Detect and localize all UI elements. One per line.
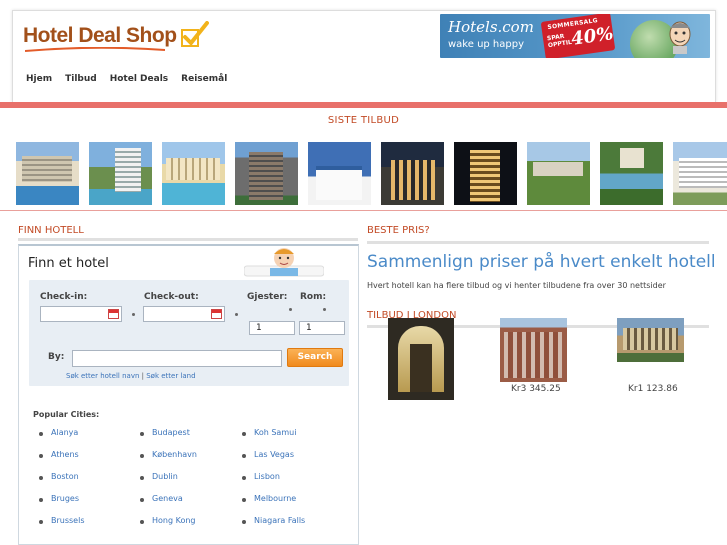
latest-thumbs xyxy=(16,142,727,205)
city-link[interactable]: Hong Kong xyxy=(140,516,196,525)
search-button[interactable]: Search xyxy=(287,348,343,367)
site-logo[interactable]: Hotel Deal Shop xyxy=(23,21,209,52)
city-link[interactable]: København xyxy=(140,450,197,459)
compare-headline[interactable]: Sammenlign priser på hvert enkelt hotell xyxy=(367,252,716,272)
search-by-name-link[interactable]: Søk etter hotell navn xyxy=(66,372,139,380)
search-links: Søk etter hotell navn | Søk etter land xyxy=(66,372,196,380)
city-link[interactable]: Geneva xyxy=(140,494,183,503)
city-link[interactable]: Boston xyxy=(39,472,79,481)
hotel-thumb-6[interactable] xyxy=(381,142,444,205)
site-header: Hotel Deal Shop Hotels.com wake up happy… xyxy=(12,10,716,102)
offer-price: Kr1 123.86 xyxy=(628,384,678,394)
rooms-label: Rom: xyxy=(300,292,327,302)
hotel-thumb-5[interactable] xyxy=(308,142,371,205)
logo-swoosh-icon xyxy=(25,47,165,52)
nav-item-hjem[interactable]: Hjem xyxy=(26,74,52,84)
latest-offers: SISTE TILBUD xyxy=(0,108,727,211)
sale-badge: SOMMERSALG SPAR OPPTIL 40% xyxy=(540,14,616,58)
beste-section-label: BESTE PRIS? xyxy=(367,225,430,236)
beste-divider xyxy=(367,241,709,244)
city-link[interactable]: Las Vegas xyxy=(242,450,294,459)
hotel-thumb-4[interactable] xyxy=(235,142,298,205)
city-label: By: xyxy=(48,352,65,362)
separator-dot xyxy=(132,313,135,316)
city-link[interactable]: Melbourne xyxy=(242,494,296,503)
checkmark-icon xyxy=(180,21,209,47)
city-link[interactable]: Koh Samui xyxy=(242,428,296,437)
hotel-thumb-8[interactable] xyxy=(527,142,590,205)
hotel-thumb-2[interactable] xyxy=(89,142,152,205)
hotel-thumb-7[interactable] xyxy=(454,142,517,205)
city-link[interactable]: Bruges xyxy=(39,494,79,503)
city-link[interactable]: Budapest xyxy=(140,428,190,437)
link-separator: | xyxy=(141,372,144,380)
city-link[interactable]: Athens xyxy=(39,450,79,459)
city-input[interactable] xyxy=(72,350,282,367)
finn-section-label: FINN HOTELL xyxy=(18,225,84,236)
city-link[interactable]: Alanya xyxy=(39,428,78,437)
hotel-thumb-10[interactable] xyxy=(673,142,727,205)
nav-item-hotel-deals[interactable]: Hotel Deals xyxy=(110,74,168,84)
checkin-label: Check-in: xyxy=(40,292,88,302)
hotel-thumb-1[interactable] xyxy=(16,142,79,205)
sale-sub: SPAR OPPTIL xyxy=(547,32,573,49)
guests-label: Gjester: xyxy=(247,292,288,302)
finn-divider xyxy=(18,238,358,241)
checkin-field[interactable] xyxy=(40,306,122,322)
hotel-thumb-9[interactable] xyxy=(600,142,663,205)
hotel-search-box: Finn et hotel Check-in: Check-out: Gjest… xyxy=(18,244,359,545)
city-link[interactable]: Lisbon xyxy=(242,472,280,481)
hotel-thumb-3[interactable] xyxy=(162,142,225,205)
compare-subtext: Hvert hotell kan ha flere tilbud og vi h… xyxy=(367,281,666,290)
popular-cities-title: Popular Cities: xyxy=(33,410,100,419)
checkout-field[interactable] xyxy=(143,306,225,322)
latest-title: SISTE TILBUD xyxy=(327,115,400,126)
child-illustration-icon xyxy=(244,248,324,277)
banner-brand: Hotels.com xyxy=(448,18,534,36)
separator-dot xyxy=(323,308,326,311)
london-offer-image-1[interactable] xyxy=(388,318,454,400)
nav-item-reisemal[interactable]: Reisemål xyxy=(181,74,227,84)
calendar-icon[interactable] xyxy=(211,309,222,319)
calendar-icon[interactable] xyxy=(108,309,119,319)
logo-text: Hotel Deal Shop xyxy=(23,24,177,47)
main-nav: Hjem Tilbud Hotel Deals Reisemål xyxy=(26,74,240,84)
separator-dot xyxy=(289,308,292,311)
sale-value: 40% xyxy=(569,23,615,50)
search-box-title: Finn et hotel xyxy=(28,256,109,271)
search-by-country-link[interactable]: Søk etter land xyxy=(146,372,195,380)
city-link[interactable]: Dublin xyxy=(140,472,178,481)
separator-dot xyxy=(235,313,238,316)
offer-price: Kr3 345.25 xyxy=(511,384,561,394)
banner-tagline: wake up happy xyxy=(448,39,525,50)
rooms-stepper[interactable]: 1 xyxy=(299,321,345,335)
london-offer-image-3[interactable] xyxy=(617,318,684,362)
mascot-icon xyxy=(669,21,691,54)
city-link[interactable]: Brussels xyxy=(39,516,85,525)
hotels-com-ad-banner[interactable]: Hotels.com wake up happy SOMMERSALG SPAR… xyxy=(440,14,710,58)
checkout-label: Check-out: xyxy=(144,292,199,302)
nav-item-tilbud[interactable]: Tilbud xyxy=(65,74,97,84)
city-link[interactable]: Niagara Falls xyxy=(242,516,305,525)
guests-stepper[interactable]: 1 xyxy=(249,321,295,335)
search-form: Check-in: Check-out: Gjester: Rom: 1 1 B… xyxy=(29,280,349,386)
london-offer-image-2[interactable] xyxy=(500,318,567,382)
